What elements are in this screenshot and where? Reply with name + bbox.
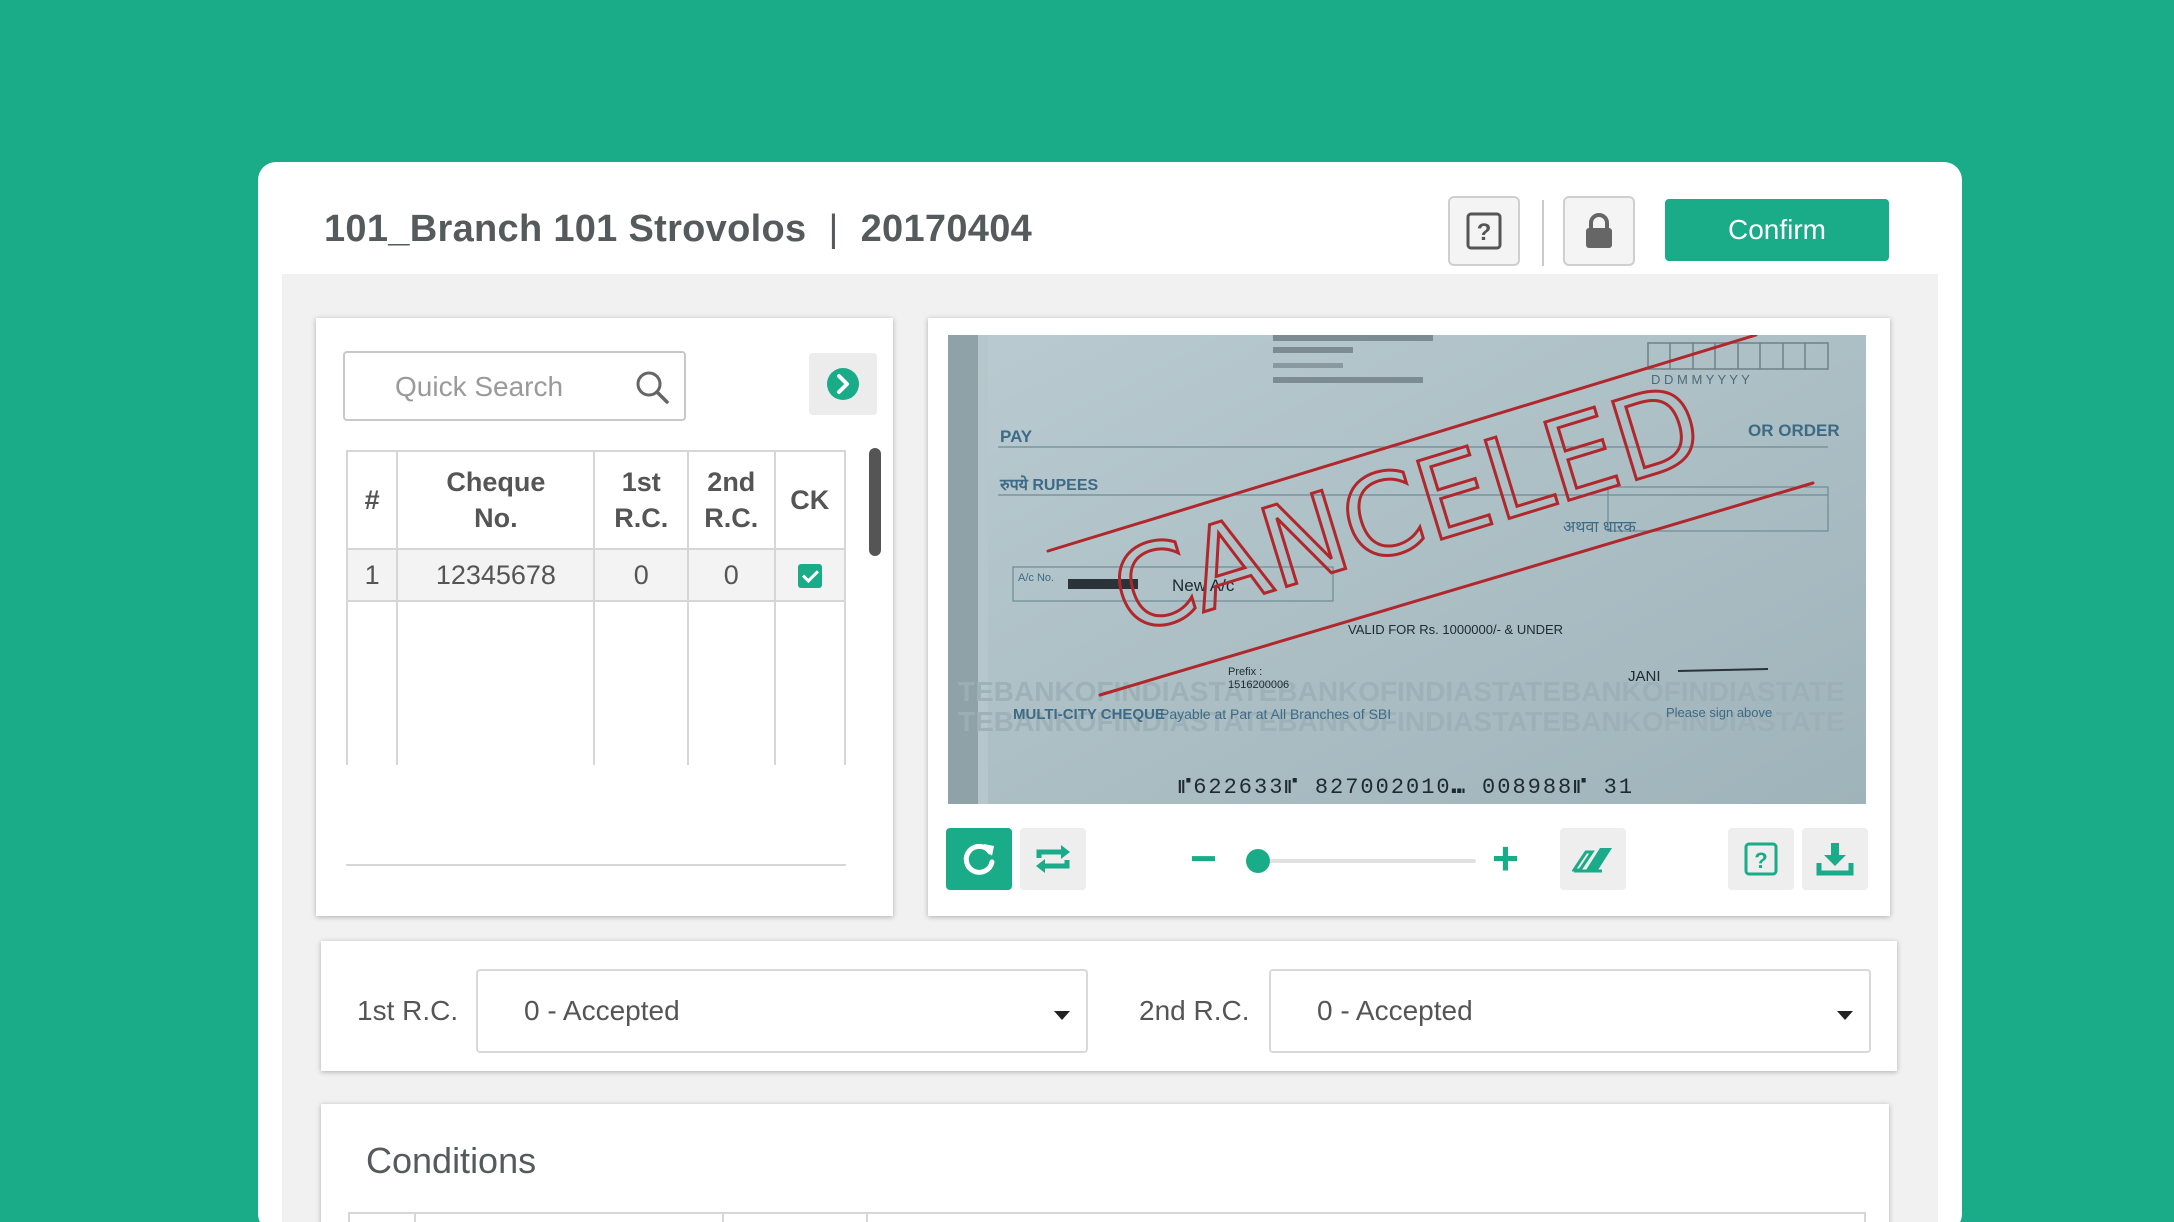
row-2nd-rc: 0 — [687, 548, 776, 602]
column-header-cheque-no: Cheque No. — [396, 450, 596, 550]
cheque-viewer-panel: TEBANKOFINDIASTATEBANKOFINDIASTATEBANKOF… — [928, 318, 1890, 916]
cheque-acno: A/c No. — [1018, 572, 1054, 584]
confirm-button[interactable]: Confirm — [1665, 199, 1889, 261]
search-placeholder: Quick Search — [395, 371, 564, 402]
eraser-icon — [1572, 848, 1612, 873]
image-help-button[interactable]: ? — [1728, 828, 1794, 890]
lock-button[interactable] — [1563, 196, 1635, 266]
page-title: 101_Branch 101 Strovolos | 20170404 — [324, 208, 1032, 251]
svg-text:TEBANKOFINDIASTATEBANKOFINDIAS: TEBANKOFINDIASTATEBANKOFINDIASTATEBANKOF… — [958, 676, 1845, 707]
cheque-or-order: OR ORDER — [1748, 421, 1840, 440]
chevron-down-icon — [1837, 1011, 1853, 1020]
branch-name: 101_Branch 101 Strovolos — [324, 208, 807, 250]
svg-text:?: ? — [1477, 219, 1492, 246]
download-icon — [1816, 843, 1854, 876]
cheque-list-panel: Quick Search # Cheque No. 1st R.C. 2nd R… — [316, 318, 893, 916]
cheque-valid: VALID FOR Rs. 1000000/- & UNDER — [1348, 622, 1563, 637]
cheque-pay: PAY — [1000, 427, 1033, 446]
column-header-number: # — [345, 450, 399, 550]
help-icon: ? — [1744, 842, 1778, 876]
search-input[interactable]: Quick Search — [343, 351, 686, 421]
header-divider — [1542, 200, 1544, 266]
cheque-table: # Cheque No. 1st R.C. 2nd R.C. CK 1 1234… — [345, 450, 847, 765]
table-scrollbar[interactable] — [869, 448, 881, 556]
cheque-jani: JANI — [1628, 668, 1661, 685]
next-button[interactable] — [809, 353, 877, 415]
first-rc-value: 0 - Accepted — [524, 995, 680, 1026]
conditions-title: Conditions — [366, 1140, 537, 1181]
zoom-out-icon[interactable]: − — [1190, 835, 1217, 881]
svg-text:?: ? — [1754, 848, 1767, 873]
chevron-right-circle-icon — [827, 368, 859, 400]
cheque-prefix: Prefix : — [1228, 666, 1262, 678]
help-button[interactable]: ? — [1448, 196, 1520, 266]
conditions-panel: Conditions — [321, 1104, 1889, 1222]
zoom-in-icon[interactable]: + — [1492, 835, 1519, 881]
table-row[interactable]: 1 12345678 0 0 — [345, 548, 847, 602]
empty-row — [345, 600, 847, 765]
header: 101_Branch 101 Strovolos | 20170404 ? Conf… — [258, 162, 1962, 274]
rotate-icon — [1036, 845, 1070, 873]
cheque-image: TEBANKOFINDIASTATEBANKOFINDIASTATEBANKOF… — [948, 335, 1866, 804]
column-header-ck: CK — [773, 450, 847, 550]
second-rc-value: 0 - Accepted — [1317, 995, 1473, 1026]
download-button[interactable] — [1802, 828, 1868, 890]
return-code-panel: 1st R.C. 0 - Accepted 2nd R.C. 0 - Accep… — [321, 941, 1897, 1071]
chevron-down-icon — [1054, 1011, 1070, 1020]
row-1st-rc: 0 — [593, 548, 690, 602]
cheque-payable: Payable at Par at All Branches of SBI — [1160, 706, 1391, 722]
first-rc-select[interactable]: 0 - Accepted — [476, 969, 1088, 1053]
conditions-table — [348, 1212, 1866, 1222]
row-number: 1 — [345, 548, 399, 602]
zoom-slider[interactable] — [1262, 859, 1476, 863]
lock-icon — [1586, 213, 1612, 248]
zoom-slider-handle[interactable] — [1246, 849, 1270, 873]
column-header-2nd-rc: 2nd R.C. — [687, 450, 776, 550]
table-footer-line — [346, 864, 846, 866]
cheque-multicity: MULTI-CITY CHEQUE — [1013, 706, 1165, 723]
search-icon — [636, 371, 669, 404]
help-icon: ? — [1466, 212, 1502, 250]
rotate-button[interactable] — [1020, 828, 1086, 890]
row-cheque-no: 12345678 — [396, 548, 596, 602]
second-rc-label: 2nd R.C. — [1139, 995, 1250, 1026]
cheque-sign: Please sign above — [1666, 705, 1772, 720]
cheque-micr: ⑈622633⑈ 827002010⑉ 008988⑈ 31 — [1178, 775, 1634, 800]
ck-checkbox[interactable] — [797, 564, 822, 589]
refresh-button[interactable] — [946, 828, 1012, 890]
title-separator: | — [828, 208, 839, 250]
column-header-1st-rc: 1st R.C. — [593, 450, 690, 550]
row-ck — [773, 548, 847, 602]
second-rc-select[interactable]: 0 - Accepted — [1269, 969, 1871, 1053]
cheque-rupees: रुपये RUPEES — [999, 475, 1099, 494]
batch-date: 20170404 — [860, 208, 1033, 250]
eraser-button[interactable] — [1560, 828, 1626, 890]
first-rc-label: 1st R.C. — [357, 995, 459, 1026]
cheque-prefix-number: 1516200006 — [1228, 679, 1289, 691]
refresh-icon — [963, 843, 995, 875]
